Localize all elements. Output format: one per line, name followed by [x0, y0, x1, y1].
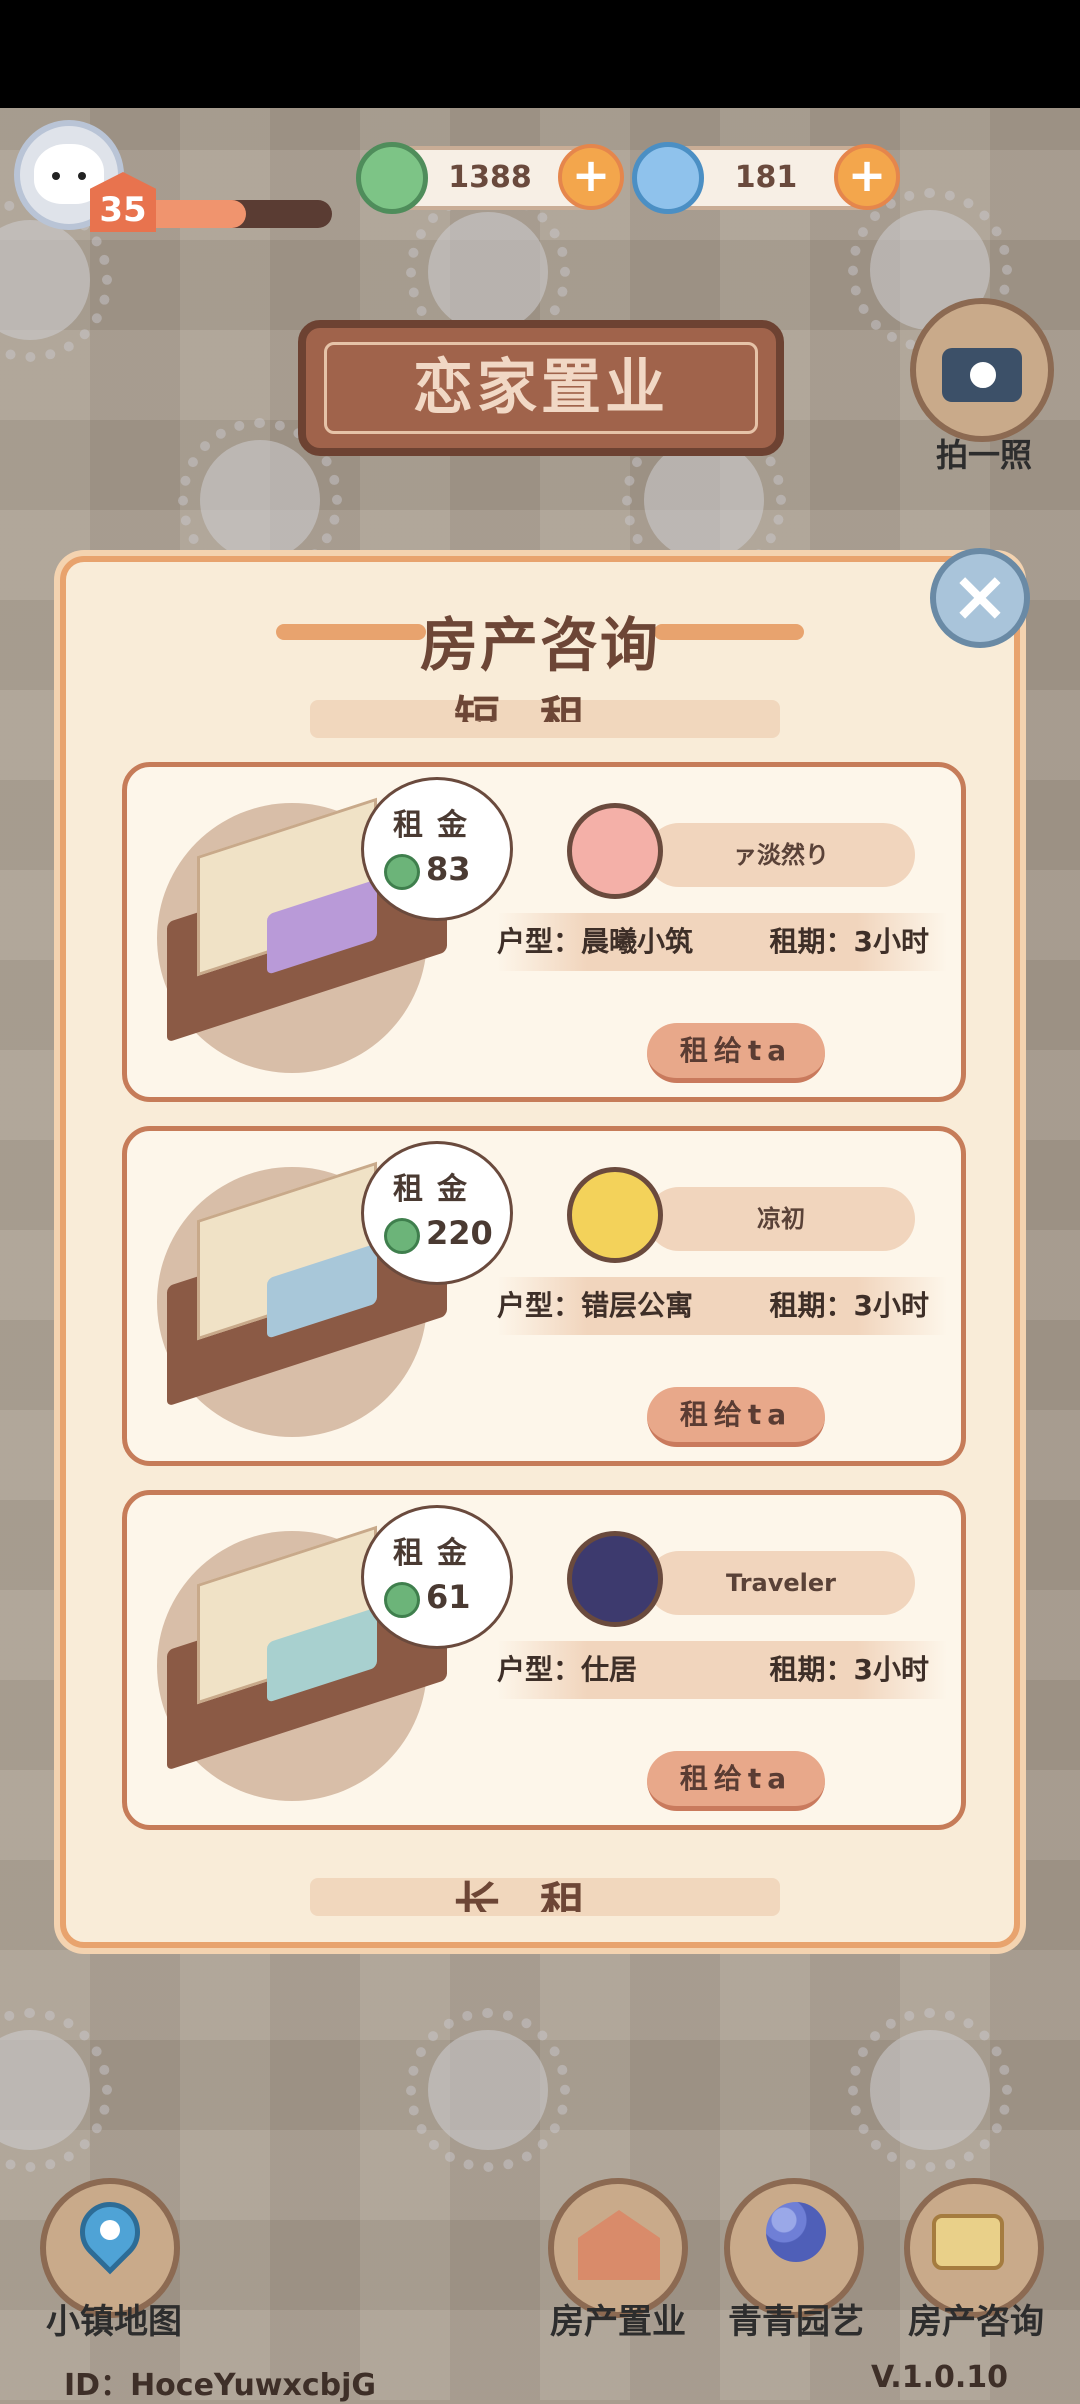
add-clover-button[interactable]: +: [558, 144, 624, 210]
camera-lens-icon: [964, 356, 1002, 394]
title-banner: 恋家置业: [298, 320, 784, 456]
section-short-label: 短租: [454, 691, 626, 722]
banner-title: 恋家置业: [413, 353, 669, 423]
clover-amount: 1388: [448, 160, 532, 195]
sun-decoration: [178, 418, 342, 582]
house-type: 户型：晨曦小筑: [497, 925, 694, 958]
rent-to-button[interactable]: 租给ta: [647, 1387, 825, 1447]
rent-price: 220: [426, 1214, 493, 1252]
clover-icon: [384, 1218, 420, 1254]
sun-decoration: [848, 2008, 1012, 2172]
info-strip: 户型：晨曦小筑 租期：3小时: [497, 913, 947, 971]
rent-to-label: 租给ta: [679, 1762, 793, 1795]
house-type: 户型：仕居: [497, 1653, 638, 1686]
clover-icon: [384, 1582, 420, 1618]
rent-bubble: 租金 220: [361, 1141, 513, 1285]
sun-decoration: [0, 2008, 112, 2172]
close-button[interactable]: ×: [930, 548, 1030, 648]
town-map-label: 小镇地图: [46, 2302, 182, 2342]
rent-label: 租金: [393, 1536, 481, 1571]
rent-to-label: 租给ta: [679, 1398, 793, 1431]
flower-icon: [766, 2202, 826, 2262]
rent-bubble: 租金 83: [361, 777, 513, 921]
tenant-name: Traveler: [725, 1569, 837, 1597]
status-bar: [0, 0, 1080, 108]
listing-card: 租金 61 Traveler 户型：仕居 租期：3小时 租给ta: [122, 1490, 966, 1830]
rent-label: 租金: [393, 1172, 481, 1207]
info-strip: 户型：仕居 租期：3小时: [497, 1641, 947, 1699]
property-label: 房产置业: [550, 2302, 686, 2342]
section-long-label: 长租: [454, 1877, 626, 1912]
sun-decoration: [406, 2008, 570, 2172]
property-consult-modal: 房产咨询 短租 租金 83 ァ淡然り 户型：晨曦小筑 租期：3小时 租给ta 租…: [60, 556, 1020, 1948]
tenant-avatar[interactable]: [567, 803, 663, 899]
rent-term: 租期：3小时: [769, 925, 929, 958]
camera-button[interactable]: [910, 298, 1054, 442]
listing-card: 租金 83 ァ淡然り 户型：晨曦小筑 租期：3小时 租给ta: [122, 762, 966, 1102]
sun-decoration: [0, 198, 112, 362]
rent-bubble: 租金 61: [361, 1505, 513, 1649]
tenant-pill: ァ淡然り: [647, 823, 915, 887]
sun-decoration: [406, 190, 570, 354]
rent-to-button[interactable]: 租给ta: [647, 1751, 825, 1811]
listing-card: 租金 220 凉初 户型：错层公寓 租期：3小时 租给ta: [122, 1126, 966, 1466]
clover-currency: 1388 +: [356, 142, 624, 214]
xp-bar: [140, 200, 332, 228]
consult-label: 房产咨询: [908, 2302, 1044, 2342]
garden-label: 青青园艺: [728, 2302, 864, 2342]
camera-label: 拍一照: [935, 436, 1032, 474]
spiral-amount: 181: [734, 160, 798, 195]
rent-price: 83: [426, 850, 471, 888]
rent-term: 租期：3小时: [769, 1653, 929, 1686]
chat-icon: [932, 2214, 1004, 2270]
clover-icon: [356, 142, 428, 214]
tenant-pill: 凉初: [647, 1187, 915, 1251]
info-strip: 户型：错层公寓 租期：3小时: [497, 1277, 947, 1335]
rent-label: 租金: [393, 808, 481, 843]
app-version: V.1.0.10: [870, 2360, 1008, 2395]
spiral-currency: 181 +: [632, 142, 900, 214]
add-spiral-button[interactable]: +: [834, 144, 900, 210]
tenant-pill: Traveler: [647, 1551, 915, 1615]
rent-to-label: 租给ta: [679, 1034, 793, 1067]
rent-term: 租期：3小时: [769, 1289, 929, 1322]
rent-price: 61: [426, 1578, 471, 1616]
map-pin-dot: [100, 2220, 120, 2240]
sun-decoration: [622, 418, 786, 582]
tenant-avatar[interactable]: [567, 1167, 663, 1263]
spiral-icon: [632, 142, 704, 214]
clover-icon: [384, 854, 420, 890]
house-icon: [578, 2210, 660, 2280]
player-id: ID：HoceYuwxcbjG: [64, 2368, 377, 2403]
modal-title: 房产咨询: [419, 611, 660, 679]
house-type: 户型：错层公寓: [497, 1289, 694, 1322]
tenant-avatar[interactable]: [567, 1531, 663, 1627]
rent-to-button[interactable]: 租给ta: [647, 1023, 825, 1083]
tenant-name: 凉初: [757, 1205, 805, 1233]
tenant-name: ァ淡然り: [733, 841, 829, 869]
